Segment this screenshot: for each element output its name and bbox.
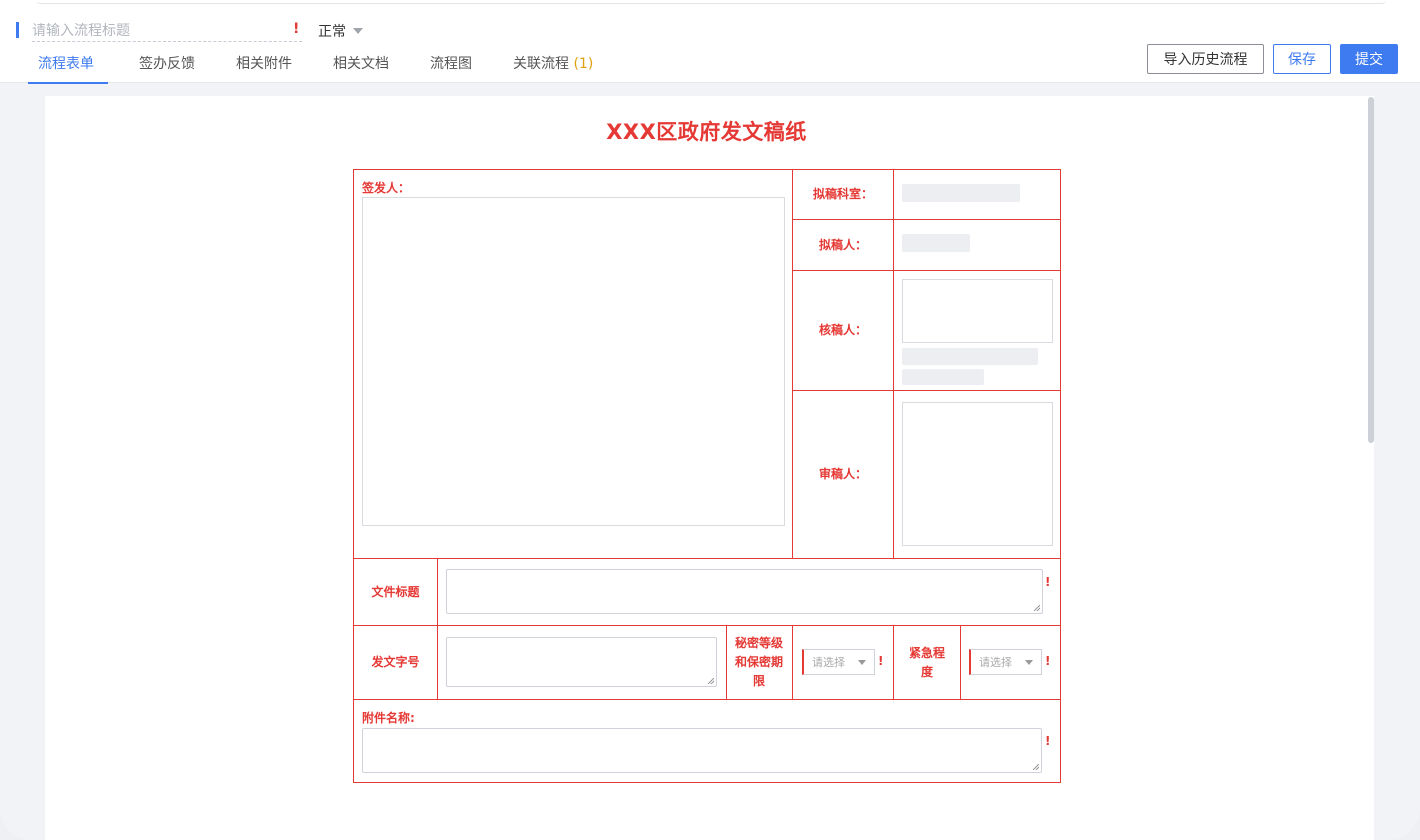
- attachment-field[interactable]: [362, 728, 1042, 773]
- attachment-required-mark: !: [1045, 734, 1051, 748]
- scrollbar-thumb[interactable]: [1368, 97, 1374, 443]
- form-canvas: XXX区政府发文稿纸 签发人： 拟稿科室： 拟稿人： 核稿人： 审稿人： 文件标…: [45, 96, 1368, 840]
- top-bar: ! 正常 流程表单 签办反馈 相关附件 相关文档 流程图 关联流程 (1) 导入…: [0, 0, 1420, 84]
- doc-number-label: 发文字号: [371, 655, 420, 669]
- signer-signature-area[interactable]: [362, 197, 785, 526]
- tab-feedback[interactable]: 签办反馈: [139, 44, 195, 83]
- title-accent-bar: [16, 22, 19, 38]
- select-placeholder: 请选择: [812, 656, 845, 669]
- attachment-label: 附件名称:: [362, 710, 415, 725]
- priority-value: 正常: [318, 24, 346, 40]
- urgency-label: 紧急程度: [908, 645, 945, 679]
- draft-dept-value: [902, 184, 1020, 202]
- checker-label: 核稿人：: [818, 323, 867, 337]
- tab-label: 关联流程: [513, 56, 569, 72]
- drafter-value: [902, 234, 970, 252]
- tab-related-process[interactable]: 关联流程 (1): [513, 44, 593, 83]
- button-label: 提交: [1355, 52, 1383, 68]
- doc-title-label: 文件标题: [371, 584, 420, 599]
- chevron-down-icon: [353, 28, 363, 34]
- import-history-button[interactable]: 导入历史流程: [1147, 44, 1264, 74]
- grid-line: [792, 625, 793, 700]
- secrecy-label: 秘密等级和保密期限: [735, 636, 784, 688]
- doc-title-field[interactable]: [446, 569, 1043, 614]
- top-divider: [36, 0, 1386, 4]
- tab-documents[interactable]: 相关文档: [333, 44, 389, 83]
- checker-signature-area[interactable]: [902, 279, 1053, 343]
- urgency-required-mark: !: [1045, 654, 1051, 668]
- title-required-mark: !: [293, 21, 300, 37]
- priority-select[interactable]: 正常: [318, 21, 363, 41]
- drafter-label: 拟稿人：: [818, 237, 867, 252]
- grid-line: [354, 558, 1061, 559]
- reviewer-signature-area[interactable]: [902, 402, 1053, 546]
- related-count-badge: (1): [573, 56, 594, 72]
- save-button[interactable]: 保存: [1273, 44, 1331, 74]
- grid-line: [437, 558, 438, 700]
- draft-dept-label: 拟稿科室：: [812, 187, 873, 201]
- checker-value: [902, 348, 1038, 365]
- grid-line: [726, 625, 727, 700]
- tab-label: 流程图: [430, 56, 472, 72]
- doc-title-required-mark: !: [1045, 575, 1051, 589]
- tab-label: 相关文档: [333, 56, 389, 72]
- tab-label: 相关附件: [236, 56, 292, 72]
- checker-date: [902, 369, 984, 385]
- grid-line: [354, 699, 1061, 700]
- reviewer-label: 审稿人：: [818, 467, 867, 481]
- select-placeholder: 请选择: [979, 656, 1012, 669]
- doc-number-field[interactable]: [446, 637, 717, 687]
- tab-label: 流程表单: [38, 56, 94, 72]
- secrecy-required-mark: !: [878, 654, 884, 668]
- dispatch-form-table: 签发人： 拟稿科室： 拟稿人： 核稿人： 审稿人： 文件标题 ! 发文字号 秘密…: [353, 169, 1061, 783]
- title-row: ! 正常: [16, 20, 416, 42]
- grid-line: [893, 625, 894, 700]
- tab-label: 签办反馈: [139, 56, 195, 72]
- signer-label: 签发人：: [362, 180, 411, 195]
- secrecy-select[interactable]: 请选择: [802, 649, 875, 675]
- document-title: XXX区政府发文稿纸: [606, 120, 807, 144]
- tab-process-form[interactable]: 流程表单: [28, 44, 108, 84]
- chevron-down-icon: [1025, 660, 1033, 665]
- tab-bar: 流程表单 签办反馈 相关附件 相关文档 流程图 关联流程 (1): [28, 44, 593, 84]
- app-frame: ! 正常 流程表单 签办反馈 相关附件 相关文档 流程图 关联流程 (1) 导入…: [0, 0, 1420, 840]
- chevron-down-icon: [858, 660, 866, 665]
- grid-line: [354, 625, 1061, 626]
- tab-attachments[interactable]: 相关附件: [236, 44, 292, 83]
- grid-line: [893, 170, 894, 558]
- submit-button[interactable]: 提交: [1340, 44, 1398, 74]
- urgency-select[interactable]: 请选择: [969, 649, 1042, 675]
- button-label: 导入历史流程: [1163, 52, 1248, 68]
- grid-line: [960, 625, 961, 700]
- tab-flowchart[interactable]: 流程图: [430, 44, 472, 83]
- grid-line: [354, 782, 1061, 783]
- button-label: 保存: [1288, 52, 1316, 68]
- process-title-input[interactable]: [32, 20, 302, 42]
